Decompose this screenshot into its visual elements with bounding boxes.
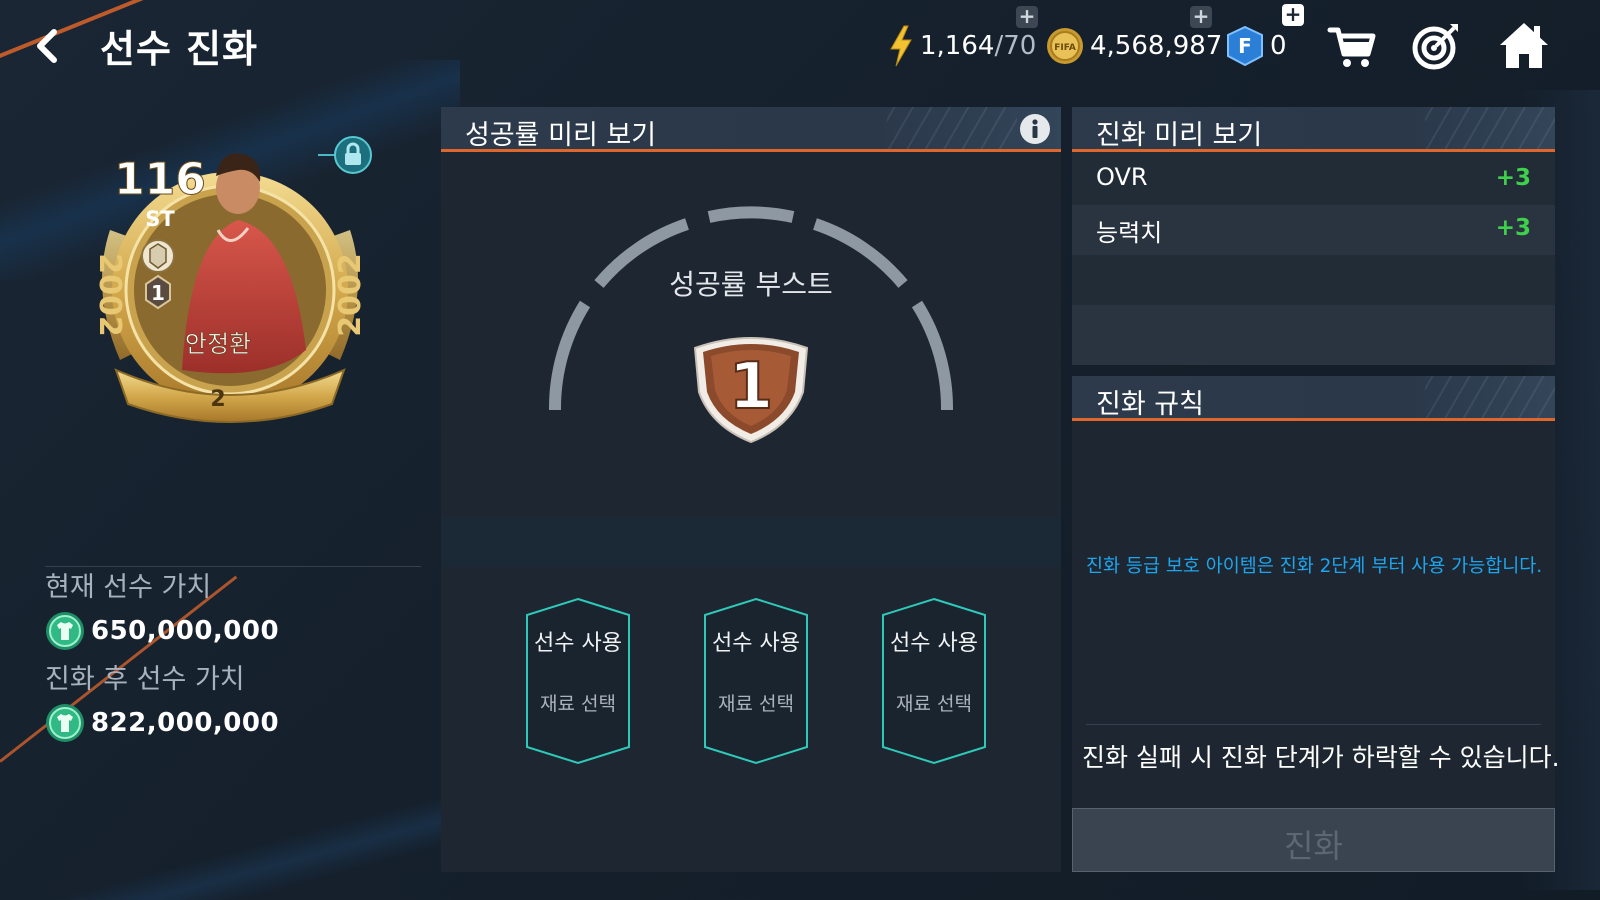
header-hatch — [1425, 107, 1555, 149]
success-rate-title: 성공률 미리 보기 — [465, 120, 657, 151]
slot-label: 선수 사용 — [712, 631, 800, 656]
material-slot-3[interactable]: 선수 사용 재료 선택 — [881, 597, 987, 765]
evolution-preview-header: 진화 미리 보기 — [1072, 107, 1555, 152]
stat-delta: +3 — [1495, 215, 1531, 241]
protection-item-note: 진화 등급 보호 아이템은 진화 2단계 부터 사용 가능합니다. — [1086, 556, 1543, 577]
slot-label: 선수 사용 — [890, 631, 978, 656]
card-bottom-badge: 2 — [210, 387, 225, 412]
evolution-rules-panel: 진화 규칙 진화 등급 보호 아이템은 진화 2단계 부터 사용 가능합니다. … — [1072, 376, 1560, 872]
header-hatch — [1425, 376, 1555, 418]
back-button[interactable] — [28, 24, 68, 68]
top-bar: 선수 진화 1,164/70 + FIFA 4,568,987 + F 0 + — [0, 0, 1600, 90]
card-player-name: 안정환 — [185, 330, 251, 358]
lock-icon — [334, 136, 372, 174]
divider — [45, 566, 421, 567]
evolution-rules-header: 진화 규칙 — [1072, 376, 1555, 421]
lock-button[interactable] — [334, 136, 372, 174]
material-slot-1[interactable]: 선수 사용 재료 선택 — [525, 597, 631, 765]
stat-name: 능력치 — [1096, 219, 1163, 247]
back-icon — [37, 29, 57, 63]
stat-delta: +3 — [1495, 165, 1531, 191]
current-value-row: 650,000,000 — [45, 608, 415, 654]
header-hatch — [887, 107, 1017, 149]
energy-counter: 1,164/70 — [888, 24, 1036, 68]
evolve-button[interactable]: 진화 — [1072, 808, 1555, 872]
failure-warning: 진화 실패 시 진화 단계가 하락할 수 있습니다. — [1082, 743, 1560, 772]
card-year-left: 2002 — [92, 253, 127, 337]
info-icon[interactable] — [1019, 113, 1051, 145]
evolution-rules-title: 진화 규칙 — [1096, 389, 1204, 420]
stat-name: OVR — [1096, 163, 1148, 191]
card-rank-badge: 1 — [151, 281, 165, 305]
stat-row-empty — [1072, 305, 1555, 365]
success-rate-header: 성공률 미리 보기 — [441, 107, 1061, 152]
card-position: ST — [145, 207, 175, 231]
coin-counter: FIFA 4,568,987 — [1046, 24, 1222, 68]
value-jersey-icon — [46, 704, 84, 742]
slot-sublabel: 재료 선택 — [540, 693, 616, 715]
add-energy-button[interactable]: + — [1016, 6, 1038, 28]
home-icon — [1500, 23, 1548, 68]
slot-label: 선수 사용 — [534, 631, 622, 656]
material-slot-2[interactable]: 선수 사용 재료 선택 — [703, 597, 809, 765]
boost-level-badge: 1 — [693, 337, 809, 444]
boost-level: 1 — [729, 350, 774, 424]
svg-text:FIFA: FIFA — [1054, 43, 1076, 53]
boost-label: 성공률 부스트 — [669, 268, 833, 301]
slot-frame — [704, 597, 808, 765]
fifa-points-counter: F 0 — [1226, 24, 1287, 68]
value-jersey-icon — [46, 612, 84, 650]
objectives-button[interactable] — [1410, 20, 1462, 72]
after-value: 822,000,000 — [91, 708, 280, 738]
card-rating: 116 — [114, 154, 206, 205]
player-values: 현재 선수 가치 650,000,000 진화 후 선수 가치 822,000,… — [45, 568, 415, 752]
background-stripe — [0, 800, 460, 900]
energy-current: 1,164 — [920, 31, 995, 61]
current-value-label: 현재 선수 가치 — [45, 572, 212, 603]
after-value-row: 822,000,000 — [45, 700, 415, 746]
lightning-icon — [890, 25, 912, 67]
fp-icon: F — [1227, 26, 1263, 66]
evolve-button-label: 진화 — [1284, 827, 1343, 865]
slot-frame — [882, 597, 986, 765]
fifa-points-value: 0 — [1270, 31, 1287, 61]
target-icon — [1412, 24, 1458, 70]
evolution-preview-title: 진화 미리 보기 — [1096, 120, 1263, 151]
after-value-label: 진화 후 선수 가치 — [45, 664, 245, 695]
energy-max: /70 — [994, 31, 1037, 61]
add-coins-button[interactable]: + — [1190, 6, 1212, 28]
boost-strip — [441, 517, 1061, 567]
shop-button[interactable] — [1326, 20, 1378, 72]
coin-value: 4,568,987 — [1090, 31, 1223, 61]
evolution-preview-panel: 진화 미리 보기 OVR +3 능력치 +3 — [1072, 107, 1555, 365]
current-value: 650,000,000 — [91, 616, 280, 646]
slot-sublabel: 재료 선택 — [896, 693, 972, 715]
add-fifa-points-button[interactable]: + — [1282, 4, 1304, 26]
fifa-coin-icon: FIFA — [1047, 28, 1083, 64]
slot-frame — [526, 597, 630, 765]
svg-text:F: F — [1238, 34, 1252, 58]
success-rate-panel: 성공률 미리 보기 성공률 부스트 1 선수 사용 재료 선택 선수 사용 재료… — [441, 107, 1061, 872]
slot-sublabel: 재료 선택 — [718, 693, 794, 715]
page-title: 선수 진화 — [100, 27, 259, 71]
cart-icon — [1327, 27, 1376, 67]
home-button[interactable] — [1498, 20, 1550, 72]
divider — [1086, 724, 1541, 725]
card-year-right: 2002 — [333, 253, 368, 337]
stat-row-ability: 능력치 +3 — [1072, 205, 1555, 255]
stat-row-empty — [1072, 255, 1555, 305]
stat-row-ovr: OVR +3 — [1072, 155, 1555, 205]
